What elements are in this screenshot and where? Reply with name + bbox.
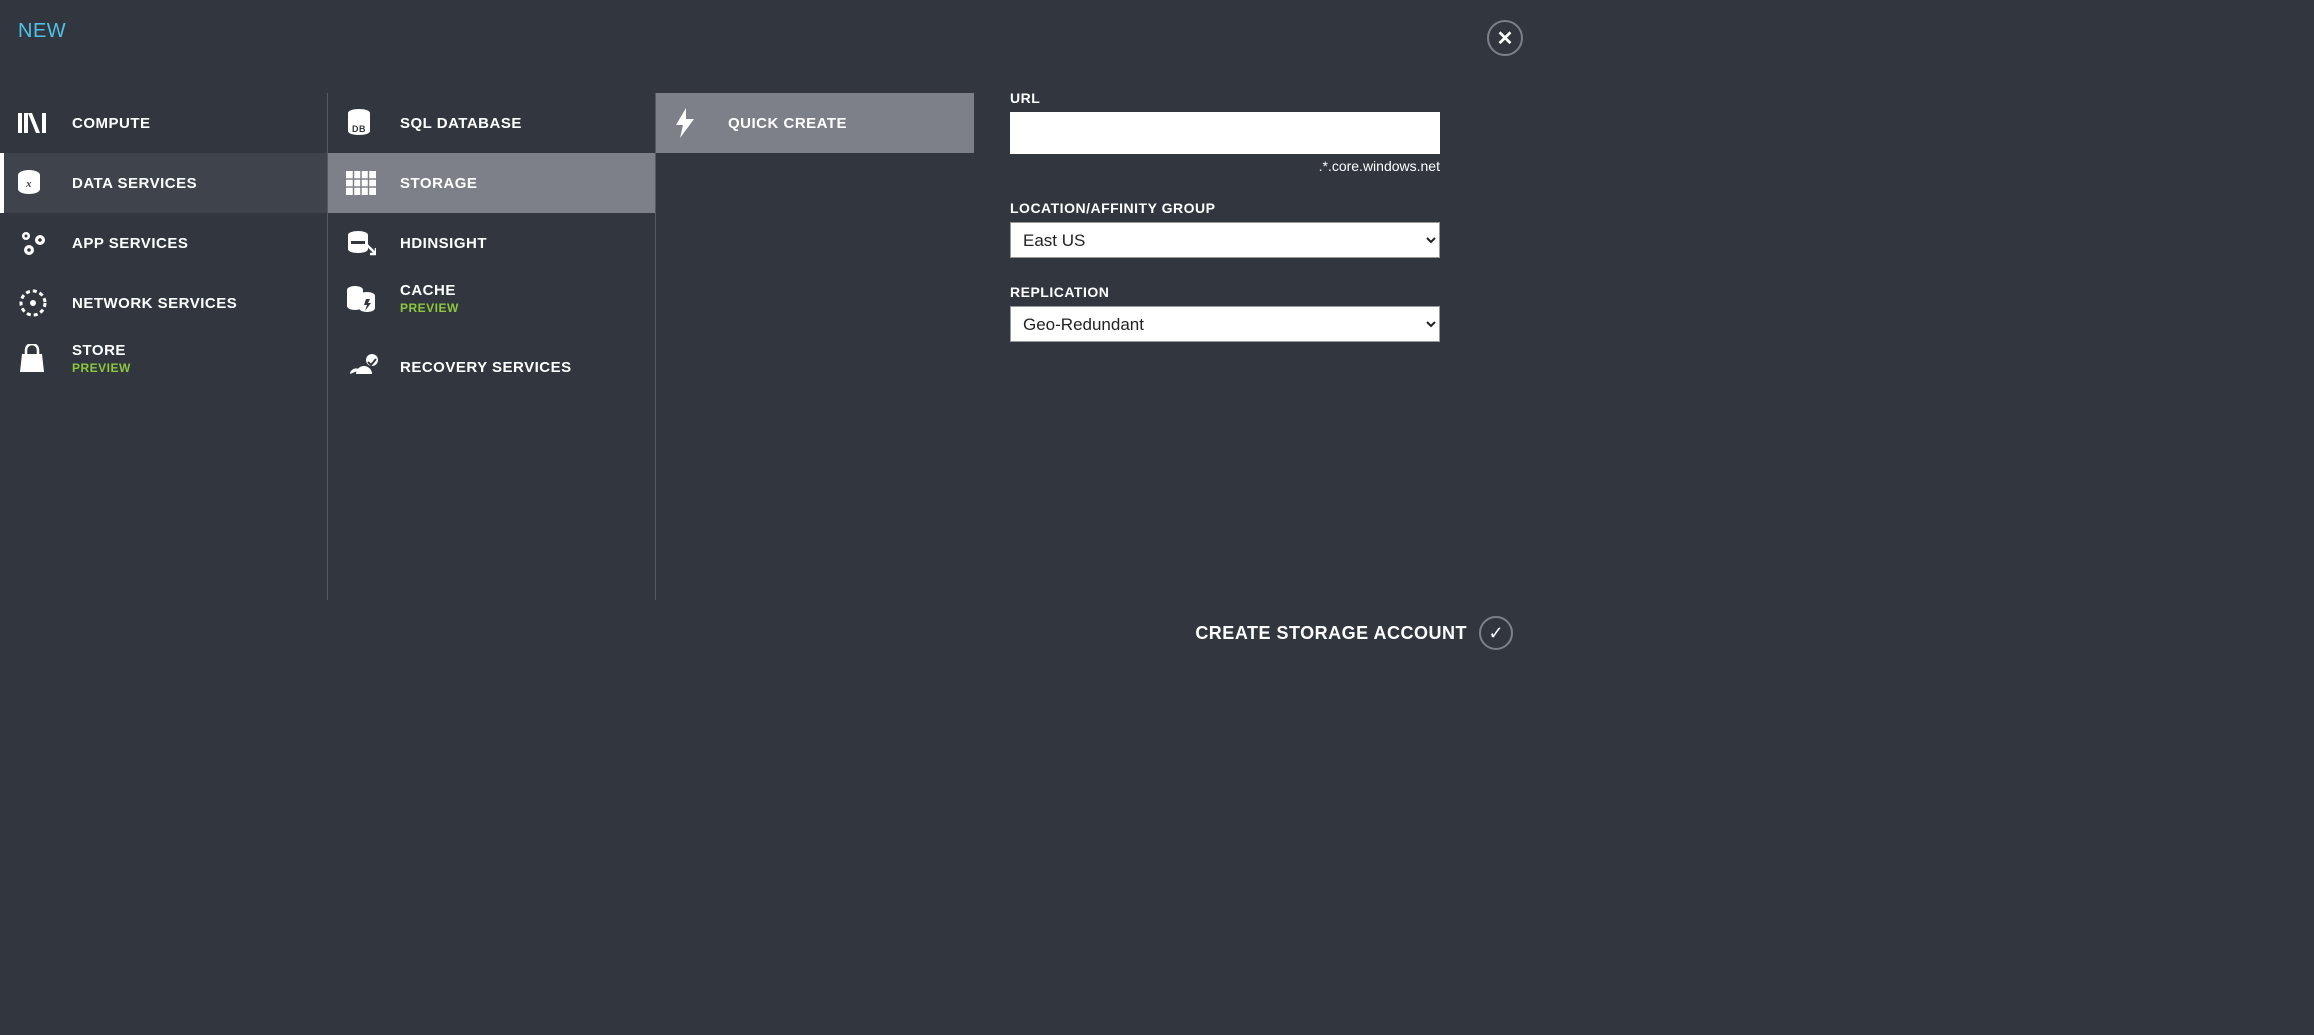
cache-icon [346, 283, 386, 315]
nav-item-cache[interactable]: CACHE PREVIEW [328, 273, 655, 337]
nav-column-2: DB SQL DATABASE STORAGE HDINSIGHT CACHE … [328, 93, 656, 600]
nav-item-quick-create[interactable]: QUICK CREATE [656, 93, 974, 153]
create-storage-account-button[interactable]: CREATE STORAGE ACCOUNT ✓ [1195, 616, 1513, 650]
form-group-location: LOCATION/AFFINITY GROUP East US [1010, 200, 1440, 258]
sql-database-icon: DB [346, 107, 386, 139]
page-title: NEW [0, 0, 1543, 43]
close-button[interactable]: ✕ [1487, 20, 1523, 56]
nav-item-hdinsight[interactable]: HDINSIGHT [328, 213, 655, 273]
location-select[interactable]: East US [1010, 222, 1440, 258]
nav-item-label: APP SERVICES [72, 235, 188, 252]
quick-create-icon [674, 107, 714, 139]
nav-item-label: NETWORK SERVICES [72, 295, 237, 312]
nav-item-data-services[interactable]: x DATA SERVICES [0, 153, 327, 213]
replication-label: REPLICATION [1010, 284, 1440, 300]
svg-text:DB: DB [352, 124, 366, 134]
form-group-replication: REPLICATION Geo-Redundant [1010, 284, 1440, 342]
nav-item-label: QUICK CREATE [728, 115, 847, 132]
svg-text:x: x [25, 178, 32, 190]
data-services-icon: x [18, 167, 58, 199]
form-group-url: URL .*.core.windows.net [1010, 90, 1440, 174]
nav-item-label: COMPUTE [72, 115, 151, 132]
nav-item-network-services[interactable]: NETWORK SERVICES [0, 273, 327, 333]
nav-item-texts: STORE PREVIEW [72, 343, 131, 375]
close-icon: ✕ [1497, 26, 1514, 51]
hdinsight-icon [346, 227, 386, 259]
storage-icon [346, 167, 386, 199]
create-button-label: CREATE STORAGE ACCOUNT [1195, 623, 1467, 644]
nav-item-label: SQL DATABASE [400, 115, 522, 132]
nav-panels: COMPUTE x DATA SERVICES APP SERVICES NET… [0, 93, 974, 600]
compute-icon [18, 107, 58, 139]
nav-item-compute[interactable]: COMPUTE [0, 93, 327, 153]
nav-item-label: CACHE [400, 283, 459, 300]
nav-item-label: RECOVERY SERVICES [400, 359, 572, 376]
nav-item-app-services[interactable]: APP SERVICES [0, 213, 327, 273]
preview-badge: PREVIEW [72, 362, 131, 375]
nav-column-1: COMPUTE x DATA SERVICES APP SERVICES NET… [0, 93, 328, 600]
nav-item-label: HDINSIGHT [400, 235, 487, 252]
replication-select[interactable]: Geo-Redundant [1010, 306, 1440, 342]
recovery-services-icon [346, 351, 386, 383]
network-services-icon [18, 287, 58, 319]
nav-item-label: DATA SERVICES [72, 175, 197, 192]
nav-item-storage[interactable]: STORAGE [328, 153, 655, 213]
nav-item-sql-database[interactable]: DB SQL DATABASE [328, 93, 655, 153]
nav-column-3: QUICK CREATE [656, 93, 974, 600]
nav-item-store[interactable]: STORE PREVIEW [0, 333, 327, 397]
check-icon: ✓ [1479, 616, 1513, 650]
preview-badge: PREVIEW [400, 302, 459, 315]
nav-item-recovery-services[interactable]: RECOVERY SERVICES [328, 337, 655, 397]
url-suffix: .*.core.windows.net [1010, 158, 1440, 174]
url-label: URL [1010, 90, 1440, 106]
form-area: URL .*.core.windows.net LOCATION/AFFINIT… [1010, 90, 1440, 368]
nav-item-texts: CACHE PREVIEW [400, 283, 459, 315]
nav-item-label: STORE [72, 343, 131, 360]
location-label: LOCATION/AFFINITY GROUP [1010, 200, 1440, 216]
nav-item-label: STORAGE [400, 175, 477, 192]
app-services-icon [18, 227, 58, 259]
store-icon [18, 343, 58, 375]
url-input[interactable] [1010, 112, 1440, 154]
